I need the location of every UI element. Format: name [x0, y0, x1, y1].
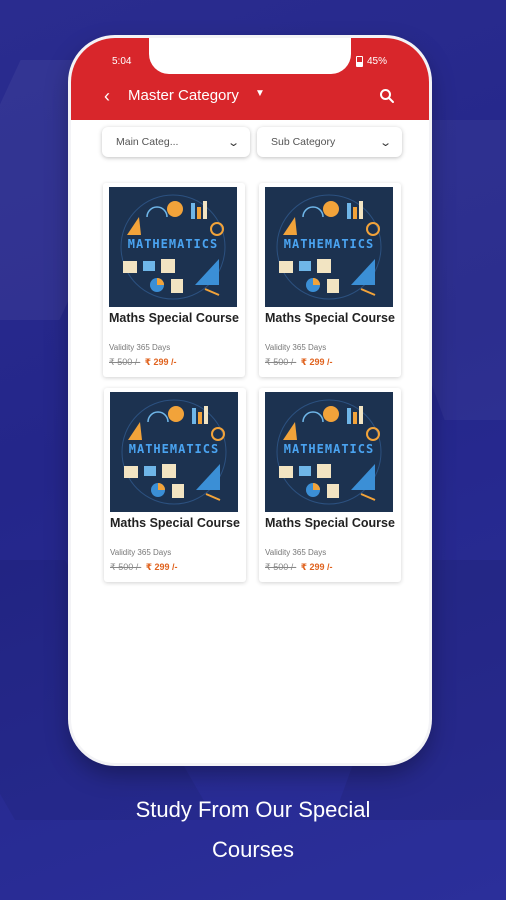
- course-title: Maths Special Course: [265, 516, 395, 530]
- course-card[interactable]: MATHEMATICS Maths Special Course Validit…: [259, 388, 401, 582]
- course-validity: Validity 365 Days: [110, 548, 172, 557]
- course-card[interactable]: MATHEMATICS Maths Special Course Validit…: [104, 388, 246, 582]
- course-validity: Validity 365 Days: [265, 343, 327, 352]
- course-thumbnail: MATHEMATICS: [265, 187, 393, 307]
- back-arrow-icon[interactable]: ‹: [104, 87, 110, 105]
- course-title: Maths Special Course: [110, 516, 240, 530]
- sub-category-value: Sub Category: [271, 136, 336, 148]
- camera-notch: [149, 38, 351, 74]
- old-price: ₹ 500 /-: [265, 357, 297, 367]
- course-title: Maths Special Course: [265, 311, 395, 325]
- thumbnail-title: MATHEMATICS: [283, 237, 375, 251]
- new-price: ₹ 299 /-: [144, 357, 177, 367]
- thumbnail-title: MATHEMATICS: [128, 442, 220, 456]
- search-icon[interactable]: [379, 88, 395, 109]
- course-price: ₹ 500 /- ₹ 299 /-: [265, 357, 333, 368]
- chevron-down-icon: ⌄: [378, 136, 392, 149]
- thumbnail-title: MATHEMATICS: [127, 237, 219, 251]
- course-card[interactable]: MATHEMATICS Maths Special Course Validit…: [259, 183, 401, 377]
- course-price: ₹ 500 /- ₹ 299 /-: [109, 357, 177, 368]
- course-thumbnail: MATHEMATICS: [265, 392, 393, 512]
- course-validity: Validity 365 Days: [109, 343, 171, 352]
- promo-caption-line1: Study From Our Special: [135, 797, 371, 822]
- new-price: ₹ 299 /-: [145, 562, 178, 572]
- course-thumbnail: MATHEMATICS: [109, 187, 237, 307]
- thumbnail-title: MATHEMATICS: [283, 442, 375, 456]
- new-price: ₹ 299 /-: [300, 357, 333, 367]
- old-price: ₹ 500 /-: [109, 357, 141, 367]
- promo-caption: Study From Our Special Courses: [0, 790, 506, 870]
- course-card[interactable]: MATHEMATICS Maths Special Course Validit…: [103, 183, 245, 377]
- course-thumbnail: MATHEMATICS: [110, 392, 238, 512]
- old-price: ₹ 500 /-: [110, 562, 142, 572]
- page-title[interactable]: Master Category: [128, 87, 239, 104]
- filter-bar: Main Categ... ⌄ Sub Category ⌄: [71, 120, 429, 160]
- main-category-value: Main Categ...: [116, 136, 179, 148]
- course-price: ₹ 500 /- ₹ 299 /-: [110, 562, 178, 573]
- old-price: ₹ 500 /-: [265, 562, 297, 572]
- new-price: ₹ 299 /-: [300, 562, 333, 572]
- promo-caption-line2: Courses: [212, 837, 294, 862]
- sub-category-select[interactable]: Sub Category ⌄: [257, 127, 402, 157]
- dropdown-caret-icon[interactable]: ▼: [255, 88, 265, 99]
- course-validity: Validity 365 Days: [265, 548, 327, 557]
- course-title: Maths Special Course: [109, 311, 239, 325]
- chevron-down-icon: ⌄: [226, 136, 240, 149]
- phone-frame: 5:04 45% ‹ Master Category ▼ Main Categ.…: [71, 38, 429, 763]
- battery-percent: 45%: [366, 56, 387, 67]
- status-battery: 45%: [355, 56, 387, 67]
- course-price: ₹ 500 /- ₹ 299 /-: [265, 562, 333, 573]
- app-bar: 5:04 45% ‹ Master Category ▼: [71, 38, 429, 120]
- status-time: 5:04: [112, 56, 132, 67]
- main-category-select[interactable]: Main Categ... ⌄: [102, 127, 250, 157]
- battery-icon: [355, 56, 363, 67]
